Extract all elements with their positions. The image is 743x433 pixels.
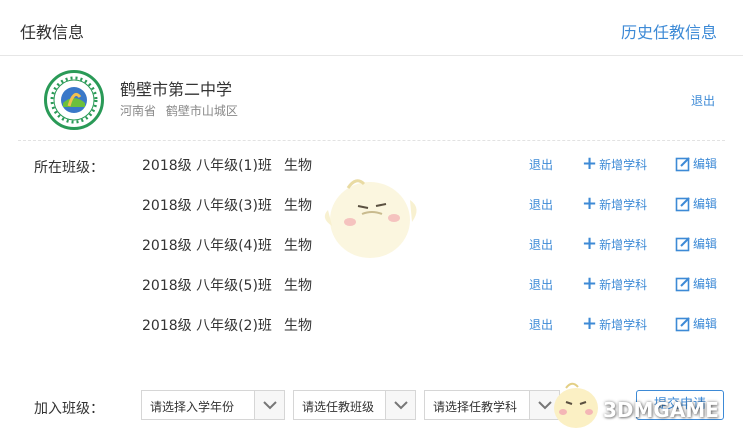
add-subject-button[interactable]: + 新增学科 xyxy=(582,275,647,293)
school-location: 河南省 鹤壁市山城区 xyxy=(120,102,244,119)
teaching-subject-select-value: 请选择任教学科 xyxy=(433,400,518,414)
edit-label: 编辑 xyxy=(693,237,718,251)
enrollment-year-select[interactable]: 请选择入学年份 xyxy=(141,390,285,420)
edit-label: 编辑 xyxy=(693,317,718,331)
edit-button[interactable]: 编辑 xyxy=(675,275,717,292)
class-subject: 生物 xyxy=(284,238,312,254)
section-divider xyxy=(18,140,725,141)
school-province: 河南省 xyxy=(120,104,157,118)
mascot-sticker xyxy=(324,179,417,258)
edit-button[interactable]: 编辑 xyxy=(675,195,717,212)
class-grade: 2018级 八年级(1)班 xyxy=(142,158,272,174)
add-subject-label: 新增学科 xyxy=(599,277,648,292)
teaching-class-select[interactable]: 请选任教班级 xyxy=(293,390,416,420)
edit-icon xyxy=(675,236,690,251)
class-exit-link[interactable]: 退出 xyxy=(529,156,553,173)
edit-label: 编辑 xyxy=(693,157,718,171)
class-subject: 生物 xyxy=(284,278,312,294)
school-exit-link[interactable]: 退出 xyxy=(691,92,715,109)
school-city-district: 鹤壁市山城区 xyxy=(165,104,238,118)
plus-icon: + xyxy=(582,233,598,254)
edit-icon xyxy=(675,316,690,331)
teaching-subject-select[interactable]: 请选择任教学科 xyxy=(424,390,560,420)
class-subject: 生物 xyxy=(284,318,312,334)
enrollment-year-select-value: 请选择入学年份 xyxy=(150,400,235,414)
class-grade: 2018级 八年级(4)班 xyxy=(142,238,272,254)
class-exit-link[interactable]: 退出 xyxy=(529,196,553,213)
watermark-text: 3DMGAME xyxy=(603,398,719,422)
page-header: 任教信息 历史任教信息 xyxy=(0,0,743,56)
plus-icon: + xyxy=(582,153,598,174)
school-logo xyxy=(44,70,104,130)
class-subject: 生物 xyxy=(284,158,312,174)
class-exit-link[interactable]: 退出 xyxy=(529,236,553,253)
add-subject-label: 新增学科 xyxy=(599,157,648,172)
history-teaching-link[interactable]: 历史任教信息 xyxy=(621,19,717,43)
edit-icon xyxy=(675,156,690,171)
class-row: 2018级 八年级(2)班 生物 退出 + 新增学科 编辑 xyxy=(0,315,743,339)
teaching-class-select-value: 请选任教班级 xyxy=(302,400,375,414)
edit-label: 编辑 xyxy=(693,197,718,211)
school-name: 鹤壁市第二中学 xyxy=(120,80,233,99)
edit-button[interactable]: 编辑 xyxy=(675,315,717,332)
add-subject-button[interactable]: + 新增学科 xyxy=(582,195,647,213)
chevron-down-icon[interactable] xyxy=(254,391,284,419)
plus-icon: + xyxy=(582,193,598,214)
edit-label: 编辑 xyxy=(693,277,718,291)
class-subject: 生物 xyxy=(284,198,312,214)
add-subject-label: 新增学科 xyxy=(599,197,648,212)
class-grade: 2018级 八年级(3)班 xyxy=(142,198,272,214)
add-subject-button[interactable]: + 新增学科 xyxy=(582,235,647,253)
class-exit-link[interactable]: 退出 xyxy=(529,276,553,293)
chevron-down-icon[interactable] xyxy=(385,391,415,419)
add-subject-button[interactable]: + 新增学科 xyxy=(582,315,647,333)
edit-button[interactable]: 编辑 xyxy=(675,235,717,252)
join-class-label: 加入班级： xyxy=(34,401,104,417)
class-grade: 2018级 八年级(2)班 xyxy=(142,318,272,334)
watermark-mascot-icon xyxy=(554,382,598,428)
page-title: 任教信息 xyxy=(20,23,85,42)
edit-button[interactable]: 编辑 xyxy=(675,155,717,172)
edit-icon xyxy=(675,196,690,211)
school-card: 鹤壁市第二中学 河南省 鹤壁市山城区 退出 xyxy=(0,56,743,140)
add-subject-label: 新增学科 xyxy=(599,317,648,332)
class-exit-link[interactable]: 退出 xyxy=(529,316,553,333)
class-row: 2018级 八年级(5)班 生物 退出 + 新增学科 编辑 xyxy=(0,275,743,299)
edit-icon xyxy=(675,276,690,291)
plus-icon: + xyxy=(582,273,598,294)
class-grade: 2018级 八年级(5)班 xyxy=(142,278,272,294)
add-subject-button[interactable]: + 新增学科 xyxy=(582,155,647,173)
add-subject-label: 新增学科 xyxy=(599,237,648,252)
plus-icon: + xyxy=(582,313,598,334)
